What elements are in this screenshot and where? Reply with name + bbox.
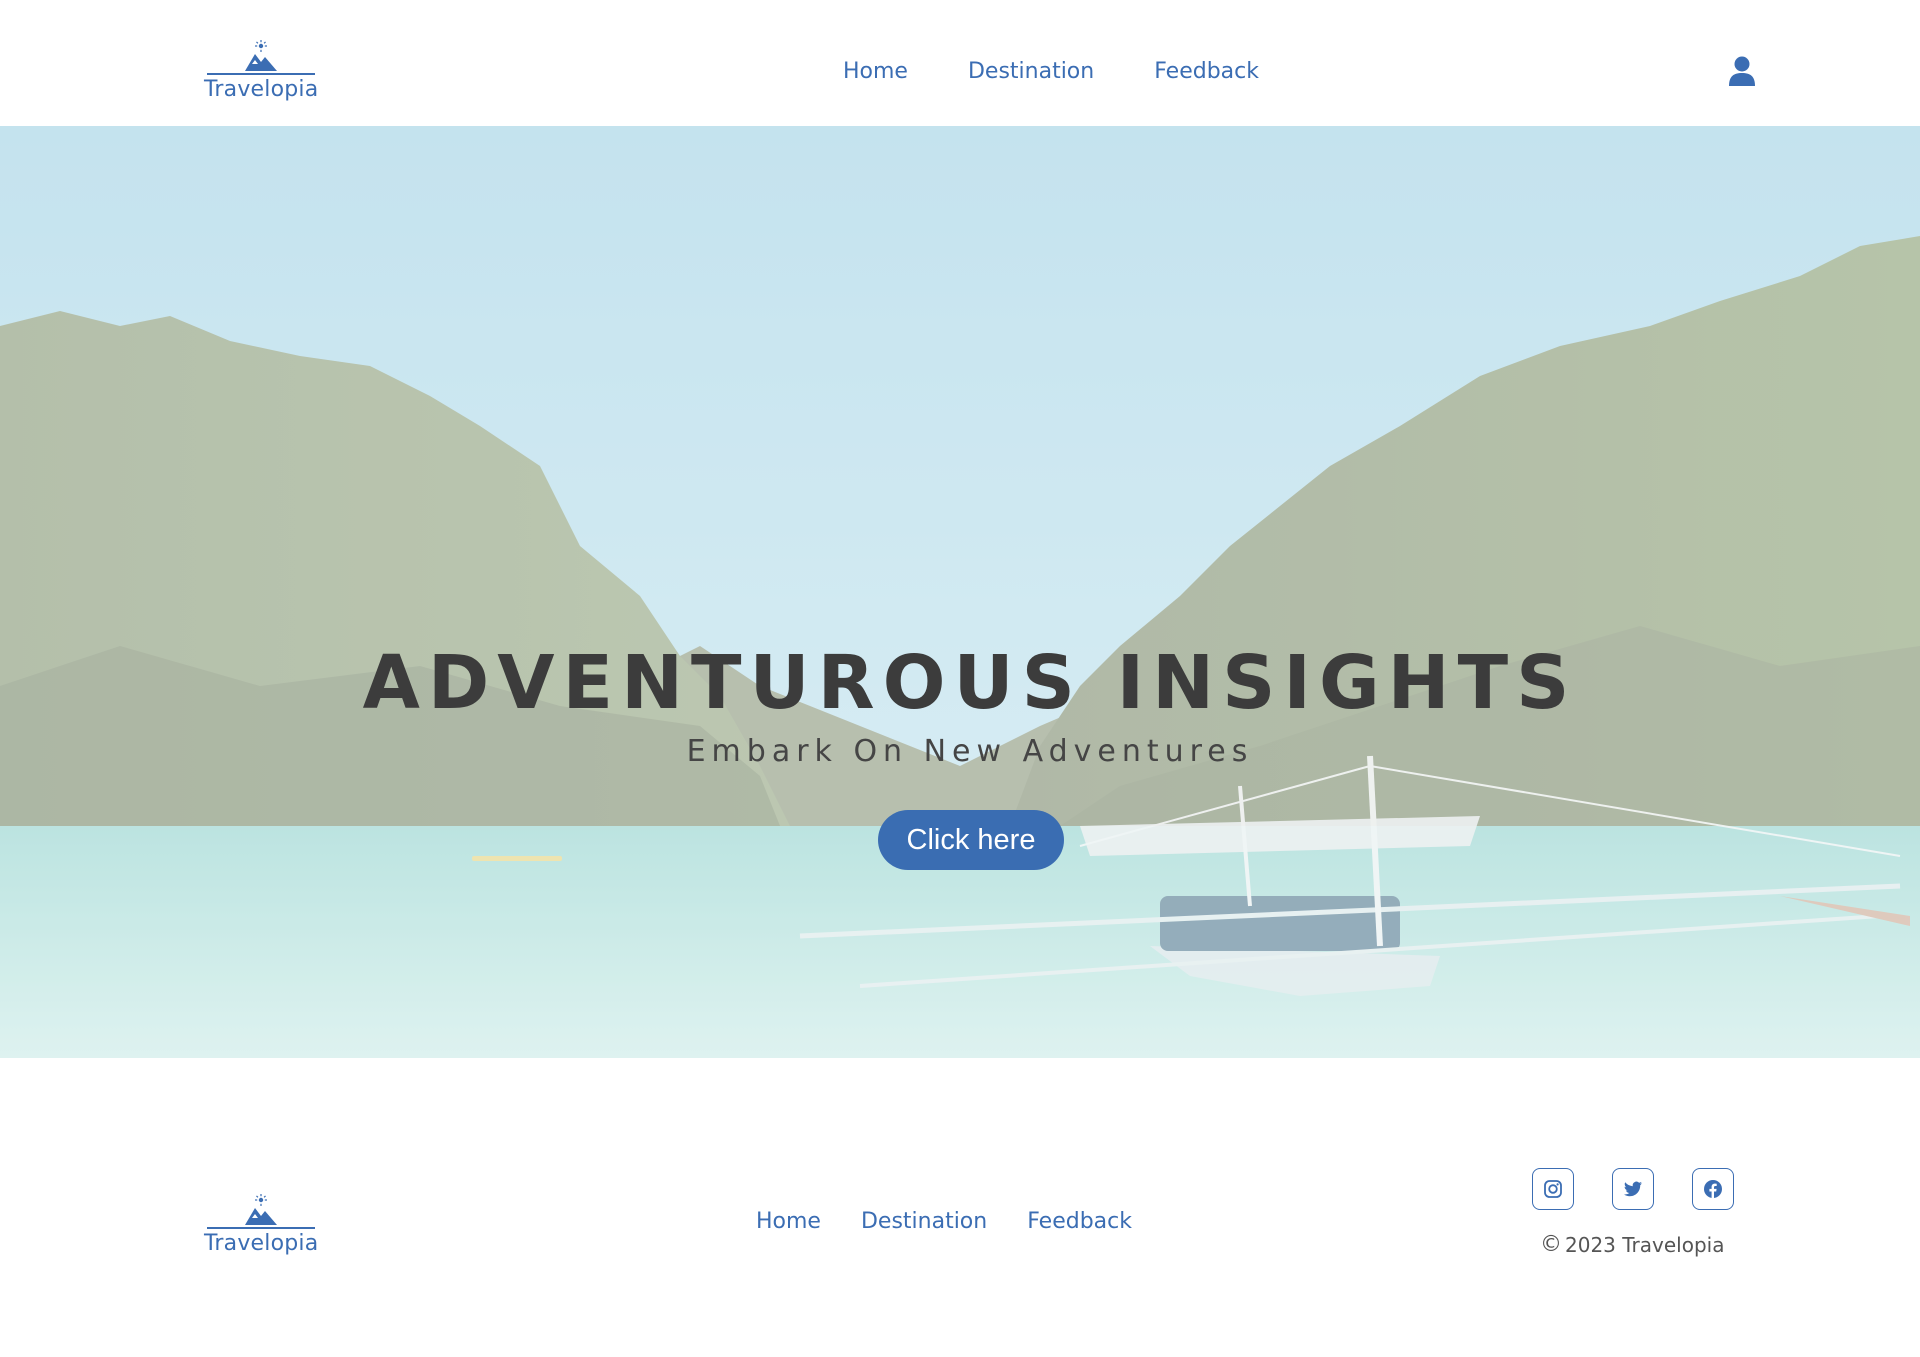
mountain-sun-icon bbox=[245, 40, 278, 71]
facebook-button[interactable] bbox=[1692, 1168, 1734, 1210]
site-header: Travelopia Home Destination Feedback bbox=[0, 0, 1920, 126]
logo-divider bbox=[207, 1227, 316, 1229]
hero-subtitle: Embark On New Adventures bbox=[686, 734, 1254, 769]
nav-home-link[interactable]: Home bbox=[843, 58, 908, 86]
footer-home-link[interactable]: Home bbox=[756, 1208, 821, 1236]
mountain-sun-icon bbox=[245, 1194, 278, 1225]
user-icon[interactable] bbox=[1728, 56, 1756, 86]
footer-logo[interactable]: Travelopia bbox=[204, 1194, 318, 1257]
hero-cta-button[interactable]: Click here bbox=[878, 810, 1064, 870]
footer-feedback-link[interactable]: Feedback bbox=[1027, 1208, 1132, 1236]
logo-text: Travelopia bbox=[204, 77, 319, 102]
nav-feedback-link[interactable]: Feedback bbox=[1154, 58, 1259, 86]
footer-nav: Home Destination Feedback bbox=[756, 1208, 1132, 1236]
copyright-text: 2023 Travelopia bbox=[1565, 1233, 1725, 1257]
footer-destination-link[interactable]: Destination bbox=[861, 1208, 987, 1236]
instagram-icon bbox=[1544, 1180, 1562, 1198]
logo-divider bbox=[207, 73, 316, 75]
social-links bbox=[1532, 1168, 1734, 1210]
hero-section: ADVENTUROUS INSIGHTS Embark On New Adven… bbox=[0, 126, 1920, 1058]
nav-destination-link[interactable]: Destination bbox=[968, 58, 1094, 86]
hero-background-image bbox=[0, 126, 1920, 1058]
copyright: © 2023 Travelopia bbox=[1540, 1231, 1724, 1259]
header-logo[interactable]: Travelopia bbox=[204, 40, 318, 103]
site-footer: Travelopia Home Destination Feedback © 2… bbox=[0, 1058, 1920, 1357]
twitter-button[interactable] bbox=[1612, 1168, 1654, 1210]
copyright-icon: © bbox=[1540, 1232, 1562, 1257]
instagram-button[interactable] bbox=[1532, 1168, 1574, 1210]
hero-title: ADVENTUROUS INSIGHTS bbox=[362, 640, 1578, 726]
twitter-icon bbox=[1624, 1181, 1642, 1197]
main-nav: Home Destination Feedback bbox=[843, 58, 1259, 86]
logo-text: Travelopia bbox=[204, 1231, 319, 1256]
facebook-icon bbox=[1704, 1180, 1722, 1198]
